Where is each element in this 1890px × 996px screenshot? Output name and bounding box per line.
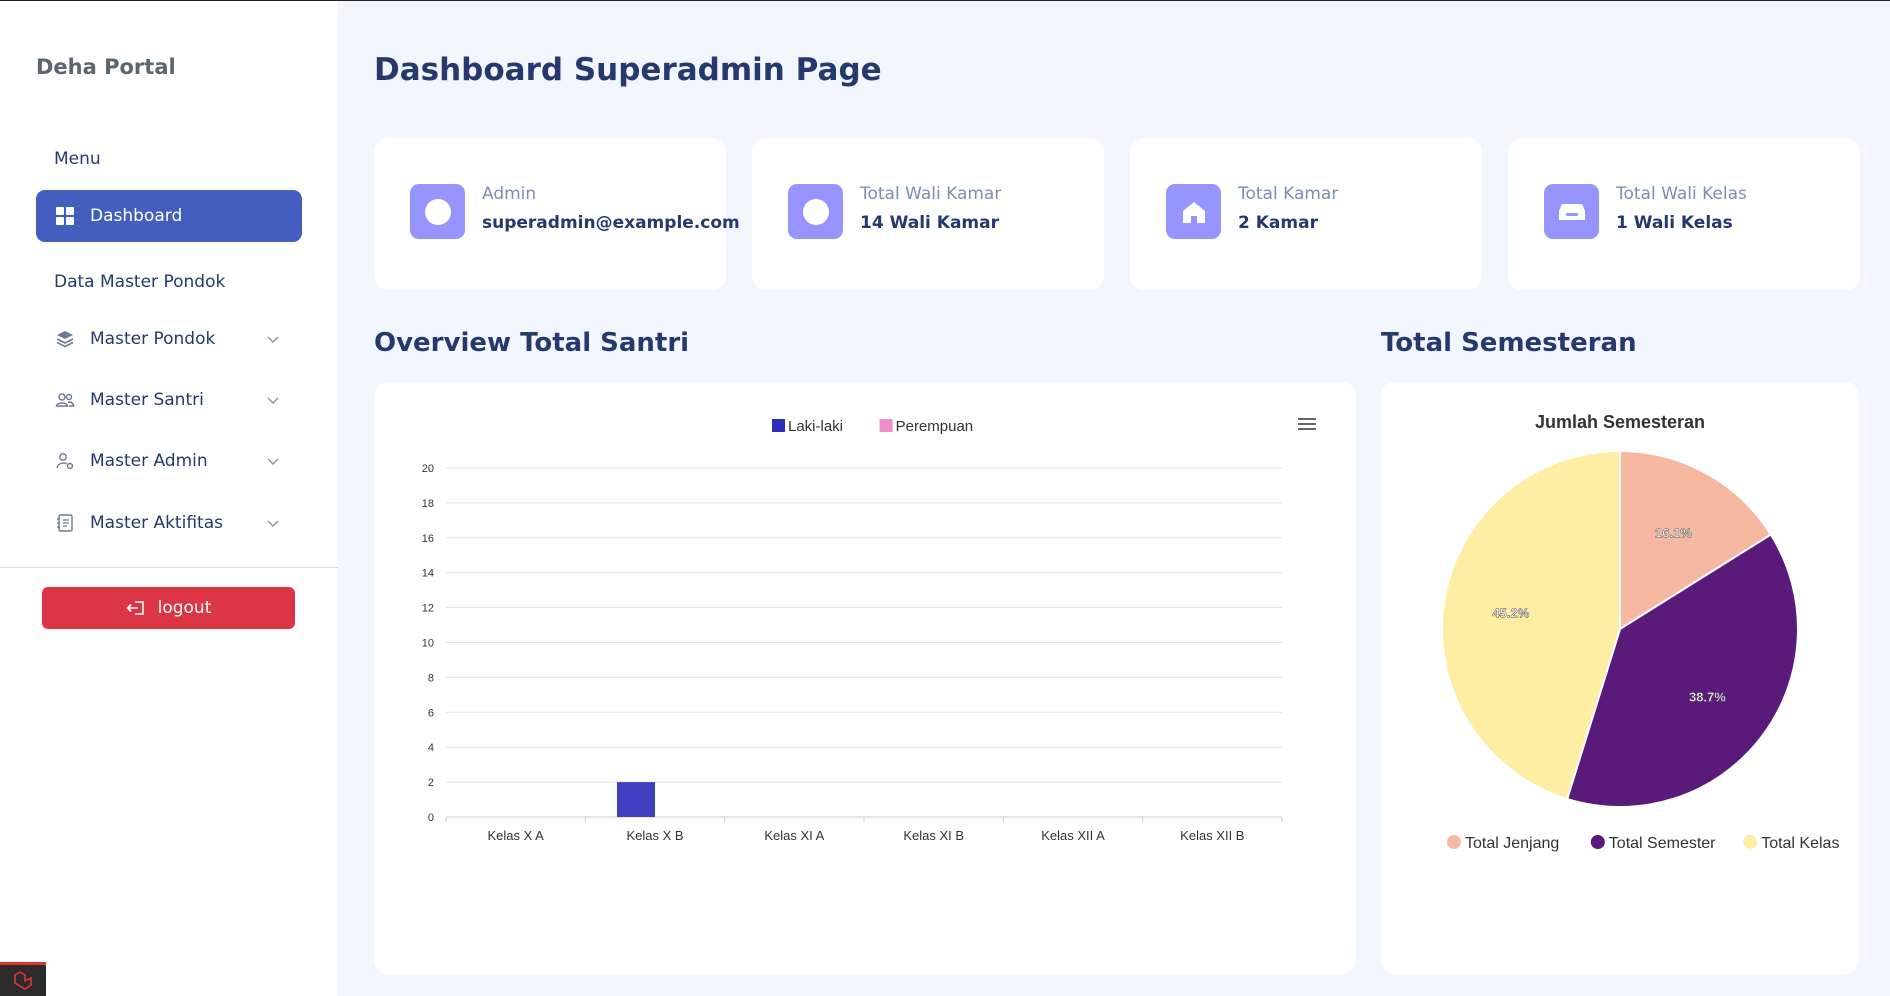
legend-swatch bbox=[1590, 835, 1605, 849]
legend-swatch bbox=[1743, 835, 1758, 849]
inbox-icon bbox=[1544, 184, 1599, 239]
legend-swatch bbox=[879, 419, 893, 432]
stat-value: 14 Wali Kamar bbox=[860, 213, 999, 233]
sidebar-item-label: Master Admin bbox=[90, 451, 208, 471]
chevron-down-icon bbox=[267, 520, 279, 527]
y-tick-label: 0 bbox=[428, 812, 434, 824]
sidebar-divider bbox=[0, 567, 338, 568]
menu-line bbox=[1298, 423, 1316, 425]
x-tick-label: Kelas XI B bbox=[903, 828, 964, 843]
sidebar-item-dashboard[interactable]: Dashboard bbox=[36, 190, 302, 242]
sidebar-item-label: Dashboard bbox=[90, 206, 183, 226]
stat-card-kamar: Total Kamar 2 Kamar bbox=[1130, 138, 1482, 290]
sidebar-item-master-santri[interactable]: Master Santri bbox=[36, 376, 302, 424]
y-tick-label: 18 bbox=[422, 498, 434, 510]
journal-icon bbox=[54, 512, 76, 534]
chevron-down-icon bbox=[267, 336, 279, 343]
semester-title: Total Semesteran bbox=[1381, 328, 1637, 358]
stat-label: Total Kamar bbox=[1238, 184, 1339, 204]
bar bbox=[617, 782, 655, 817]
users-icon bbox=[54, 389, 76, 411]
pie-chart: Jumlah Semesteran 16.1% 38.7% 45.2% Total Je… bbox=[1441, 412, 1839, 852]
legend-swatch bbox=[772, 419, 785, 432]
y-tick-label: 14 bbox=[422, 568, 434, 580]
stat-card-wali-kamar: Total Wali Kamar 14 Wali Kamar bbox=[752, 138, 1104, 290]
y-tick-label: 4 bbox=[428, 742, 434, 754]
x-tick-label: Kelas XI A bbox=[764, 828, 824, 843]
legend-label: Total Kelas bbox=[1761, 835, 1839, 852]
sidebar-item-label: Master Pondok bbox=[90, 329, 216, 349]
x-tick-label: Kelas XII B bbox=[1180, 828, 1244, 843]
stat-label: Total Wali Kelas bbox=[1616, 184, 1747, 204]
house-icon bbox=[1166, 184, 1221, 239]
bar-chart-card: Laki-laki Perempuan 0 2 4 6 8 10 12 14 16 18 20 Kelas… bbox=[374, 382, 1356, 974]
brand-logo[interactable]: Deha Portal bbox=[36, 55, 176, 79]
y-tick-label: 12 bbox=[422, 603, 434, 615]
legend-label: Laki-laki bbox=[788, 418, 843, 435]
pie-title: Jumlah Semesteran bbox=[1535, 412, 1705, 432]
chevron-down-icon bbox=[267, 458, 279, 465]
sidebar: Deha Portal Menu Dashboard Data Master P… bbox=[0, 1, 338, 996]
circle-icon bbox=[410, 184, 465, 239]
y-tick-label: 2 bbox=[428, 777, 434, 789]
pie-chart-card: Jumlah Semesteran 16.1% 38.7% 45.2% Total Je… bbox=[1381, 382, 1859, 974]
menu-line bbox=[1298, 418, 1316, 420]
y-tick-label: 20 bbox=[422, 463, 434, 475]
legend-label: Total Semester bbox=[1609, 835, 1716, 852]
pie-data-label: 38.7% bbox=[1689, 689, 1726, 704]
overview-title: Overview Total Santri bbox=[374, 328, 690, 358]
stat-label: Admin bbox=[482, 184, 537, 204]
sidebar-item-master-aktifitas[interactable]: Master Aktifitas bbox=[36, 499, 302, 547]
pie-data-label: 16.1% bbox=[1655, 525, 1692, 540]
chevron-down-icon bbox=[267, 397, 279, 404]
user-gear-icon bbox=[54, 450, 76, 472]
logout-icon bbox=[125, 601, 144, 615]
stat-label: Total Wali Kamar bbox=[860, 184, 1002, 204]
pie-data-label: 45.2% bbox=[1492, 605, 1529, 620]
stat-value: 1 Wali Kelas bbox=[1616, 213, 1733, 233]
legend-label: Perempuan bbox=[896, 418, 974, 435]
sidebar-item-label: Master Santri bbox=[90, 390, 204, 410]
legend-label: Total Jenjang bbox=[1465, 835, 1559, 852]
circle-icon bbox=[788, 184, 843, 239]
stat-value: superadmin@example.com bbox=[482, 213, 740, 233]
stat-value: 2 Kamar bbox=[1238, 213, 1318, 233]
logout-label: logout bbox=[157, 598, 212, 618]
section-heading-data-master: Data Master Pondok bbox=[54, 272, 226, 292]
hamburger-menu-icon[interactable] bbox=[1298, 418, 1316, 430]
logout-button[interactable]: logout bbox=[42, 587, 295, 629]
page-title: Dashboard Superadmin Page bbox=[374, 52, 882, 88]
sidebar-item-label: Master Aktifitas bbox=[90, 513, 223, 533]
layers-icon bbox=[54, 328, 76, 350]
x-tick-label: Kelas XII A bbox=[1041, 828, 1105, 843]
y-tick-label: 16 bbox=[422, 533, 434, 545]
stat-card-wali-kelas: Total Wali Kelas 1 Wali Kelas bbox=[1508, 138, 1860, 290]
sidebar-item-master-pondok[interactable]: Master Pondok bbox=[36, 315, 302, 363]
bar-chart: Laki-laki Perempuan 0 2 4 6 8 10 12 14 16 18 20 Kelas… bbox=[422, 418, 1316, 843]
laravel-debug-icon[interactable] bbox=[0, 962, 46, 996]
legend-swatch bbox=[1447, 835, 1461, 849]
x-tick-label: Kelas X B bbox=[626, 828, 683, 843]
x-tick-label: Kelas X A bbox=[487, 828, 544, 843]
stat-card-admin: Admin superadmin@example.com bbox=[374, 138, 740, 290]
y-tick-label: 10 bbox=[422, 638, 434, 650]
y-tick-label: 6 bbox=[428, 707, 434, 719]
menu-line bbox=[1298, 428, 1316, 430]
menu-heading: Menu bbox=[54, 149, 101, 169]
y-tick-label: 8 bbox=[428, 672, 434, 684]
grid-icon bbox=[56, 207, 74, 225]
sidebar-item-master-admin[interactable]: Master Admin bbox=[36, 437, 302, 485]
